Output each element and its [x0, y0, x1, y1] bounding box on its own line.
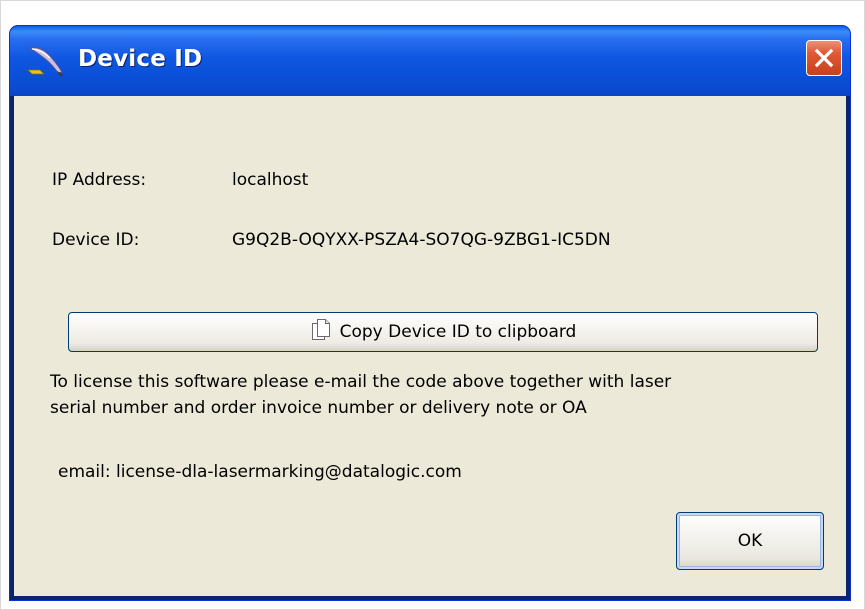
window-title: Device ID: [78, 46, 203, 72]
close-icon: [814, 48, 834, 68]
device-id-dialog: Device ID IP Address: localhost Device I…: [10, 26, 850, 600]
ok-button-label: OK: [737, 531, 763, 551]
device-id-label: Device ID:: [52, 230, 140, 250]
close-button[interactable]: [806, 40, 842, 76]
ok-button[interactable]: OK: [676, 512, 824, 570]
license-email: email: license-dla-lasermarking@datalogi…: [58, 462, 462, 482]
ip-address-value: localhost: [232, 170, 309, 190]
license-instructions-line-1: To license this software please e-mail t…: [50, 372, 672, 392]
clipboard-copy-icon: [310, 318, 332, 346]
license-instructions-line-2: serial number and order invoice number o…: [50, 398, 587, 418]
ip-address-label: IP Address:: [52, 170, 147, 190]
dialog-body: IP Address: localhost Device ID: G9Q2B-O…: [14, 96, 846, 596]
copy-button-label: Copy Device ID to clipboard: [339, 322, 577, 342]
title-bar[interactable]: Device ID: [10, 26, 850, 96]
device-id-value: G9Q2B-OQYXX-PSZA4-SO7QG-9ZBG1-IC5DN: [232, 230, 611, 250]
copy-device-id-button[interactable]: Copy Device ID to clipboard: [68, 312, 818, 352]
quill-pen-icon: [26, 40, 68, 78]
